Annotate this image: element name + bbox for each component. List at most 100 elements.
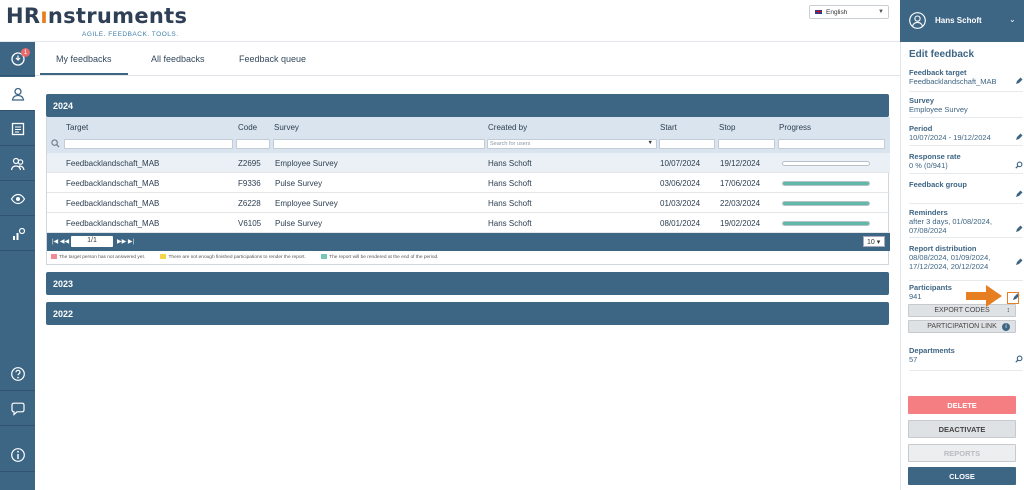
notification-badge: 1 [21, 48, 30, 57]
magnifier-icon[interactable] [1015, 355, 1023, 363]
sidebar-item-notifications[interactable]: 1 [0, 42, 35, 76]
column-target[interactable]: Target [66, 123, 88, 132]
column-progress[interactable]: Progress [779, 123, 811, 132]
tab-my-feedbacks[interactable]: My feedbacks [40, 54, 128, 75]
close-button[interactable]: CLOSE [908, 467, 1016, 485]
cell-stop: 19/02/2024 [720, 219, 761, 228]
column-stop[interactable]: Stop [719, 123, 735, 132]
table-row[interactable]: Feedbacklandschaft_MAB V6105 Pulse Surve… [47, 213, 890, 233]
sidebar-item-info[interactable] [0, 438, 35, 472]
first-prev-page-icons[interactable]: |◀ ◀◀ [52, 238, 69, 245]
reports-button[interactable]: REPORTS [908, 444, 1016, 462]
year-header-2024[interactable]: 2024 [46, 94, 889, 117]
cell-target: Feedbacklandschaft_MAB [66, 179, 160, 188]
cell-stop: 17/06/2024 [720, 179, 761, 188]
left-sidebar: 1 [0, 42, 35, 490]
pencil-icon[interactable] [1015, 190, 1023, 198]
filter-start-input[interactable] [659, 139, 715, 149]
field-response-rate: Response rate 0 % (0/941) [909, 152, 1023, 174]
search-icon [51, 139, 60, 148]
column-code[interactable]: Code [238, 123, 257, 132]
language-select[interactable]: English ▼ [809, 5, 889, 19]
user-icon [11, 87, 24, 101]
table-pager: |◀ ◀◀ 1/1 ▶▶ ▶| 10 ▾ [47, 233, 890, 251]
field-label: Departments [909, 346, 955, 355]
info-icon [10, 447, 25, 462]
pencil-icon[interactable] [1015, 77, 1023, 85]
cell-survey: Pulse Survey [275, 179, 323, 188]
user-menu[interactable]: Hans Schoft ⌄ [900, 0, 1024, 42]
year-header-2022[interactable]: 2022 [46, 302, 889, 325]
app-header: HRınstruments AGILE. FEEDBACK. TOOLS. En… [0, 0, 900, 42]
year-header-2023[interactable]: 2023 [46, 272, 889, 295]
progress-bar [782, 221, 870, 226]
filter-created-by-select[interactable]: Search for users ▼ [487, 139, 657, 149]
table-row[interactable]: Feedbacklandschaft_MAB Z2695 Employee Su… [47, 153, 890, 173]
cell-created-by: Hans Schoft [488, 219, 532, 228]
participation-link-button[interactable]: PARTICIPATION LINK i [908, 320, 1016, 333]
highlight-arrow-icon [966, 285, 1002, 307]
filter-stop-input[interactable] [718, 139, 775, 149]
page-size-select[interactable]: 10 ▾ [863, 236, 885, 247]
cell-target: Feedbacklandschaft_MAB [66, 219, 160, 228]
cell-created-by: Hans Schoft [488, 159, 532, 168]
magnifier-icon[interactable] [1015, 161, 1023, 169]
legend-swatch-green [321, 254, 328, 259]
delete-button[interactable]: DELETE [908, 396, 1016, 414]
filter-survey-input[interactable] [273, 139, 485, 149]
column-created-by[interactable]: Created by [488, 123, 527, 132]
cell-stop: 19/12/2024 [720, 159, 761, 168]
deactivate-button[interactable]: DEACTIVATE [908, 420, 1016, 438]
document-icon [11, 122, 24, 135]
progress-fill [783, 182, 869, 185]
field-label: Report distribution [909, 244, 977, 253]
legend-text: The target person has not answered yet. [59, 254, 146, 260]
sidebar-item-help[interactable] [0, 357, 35, 391]
participation-link-label: PARTICIPATION LINK [927, 323, 997, 330]
export-codes-label: EXPORT CODES [934, 307, 990, 314]
column-start[interactable]: Start [660, 123, 677, 132]
pencil-icon[interactable] [1015, 133, 1023, 141]
info-icon: i [1002, 323, 1010, 331]
filter-target-input[interactable] [64, 139, 233, 149]
cell-code: Z2695 [238, 159, 261, 168]
field-label: Response rate [909, 152, 961, 161]
tab-all-feedbacks[interactable]: All feedbacks [151, 54, 205, 64]
avatar-icon [909, 12, 926, 29]
legend-text: The report will be rendered at the end o… [329, 254, 439, 260]
filter-progress-input[interactable] [778, 139, 885, 149]
sidebar-item-groups[interactable] [0, 147, 35, 181]
field-label: Feedback group [909, 180, 967, 189]
logo-text-hr: HR [6, 4, 41, 28]
logo-text-instruments: nstruments [47, 4, 188, 28]
filter-code-input[interactable] [236, 139, 270, 149]
page-size-value: 10 [867, 239, 875, 246]
next-last-page-icons[interactable]: ▶▶ ▶| [117, 238, 134, 245]
pencil-icon[interactable] [1015, 225, 1023, 233]
sidebar-item-observe[interactable] [0, 182, 35, 216]
table-row[interactable]: Feedbacklandschaft_MAB Z6228 Employee Su… [47, 193, 890, 213]
tab-feedback-queue[interactable]: Feedback queue [239, 54, 306, 64]
brand-logo[interactable]: HRınstruments [6, 4, 187, 28]
sidebar-item-my-feedbacks[interactable] [0, 77, 35, 111]
sidebar-item-chat[interactable] [0, 392, 35, 426]
field-value: 10/07/2024 - 19/12/2024 [909, 133, 991, 142]
pencil-icon[interactable] [1015, 258, 1023, 266]
sort-arrows-icon: ↕ [1006, 307, 1011, 314]
cell-survey: Employee Survey [275, 199, 338, 208]
chat-icon [10, 402, 25, 416]
sidebar-item-analytics[interactable] [0, 217, 35, 251]
field-feedback-group: Feedback group [909, 180, 1023, 204]
field-report-distribution: Report distribution 08/08/2024, 01/09/20… [909, 244, 1023, 281]
field-label: Reminders [909, 208, 948, 217]
brand-tagline: AGILE. FEEDBACK. TOOLS. [82, 31, 179, 38]
user-name: Hans Schoft [935, 16, 982, 25]
cell-survey: Pulse Survey [275, 219, 323, 228]
field-label: Survey [909, 96, 935, 105]
sidebar-item-reports[interactable] [0, 112, 35, 146]
highlight-box [1007, 292, 1019, 304]
page-input[interactable]: 1/1 [71, 236, 113, 247]
field-value: 57 [909, 355, 918, 364]
table-row[interactable]: Feedbacklandschaft_MAB F9336 Pulse Surve… [47, 173, 890, 193]
column-survey[interactable]: Survey [274, 123, 299, 132]
